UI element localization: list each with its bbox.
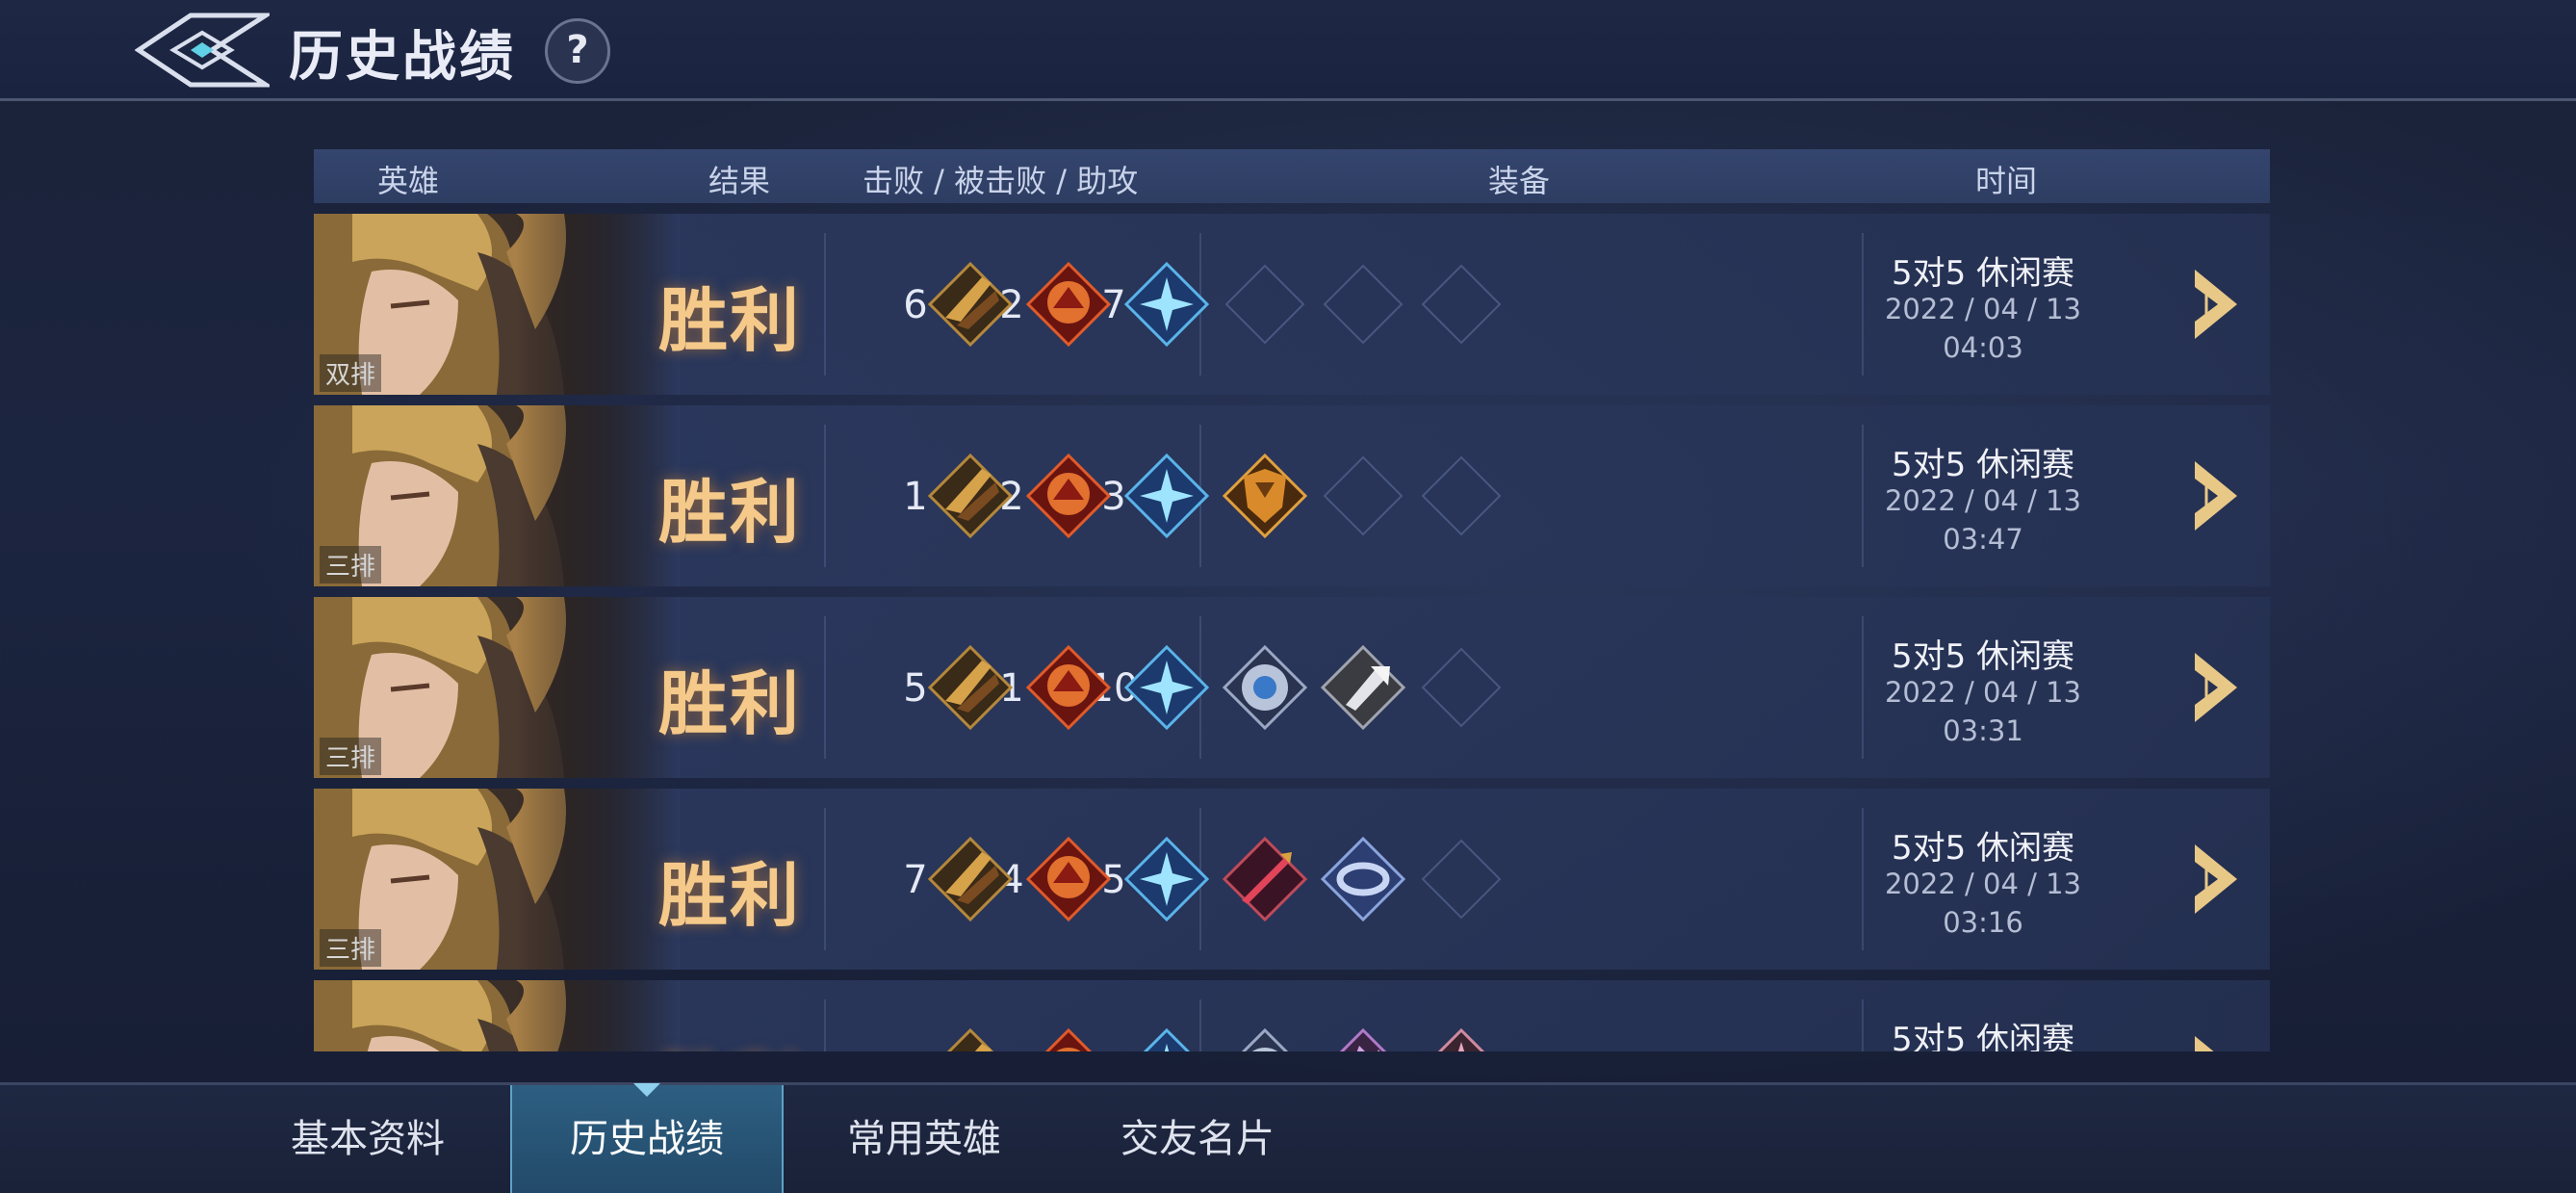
match-date: 2022 / 04 / 13 xyxy=(1884,293,2082,325)
column-divider xyxy=(824,808,826,950)
purple-claw-icon[interactable] xyxy=(1317,1024,1409,1051)
help-button[interactable]: ? xyxy=(545,18,610,84)
hero-portrait: 三排 xyxy=(314,405,680,586)
ice-star-icon[interactable] xyxy=(1121,258,1213,350)
empty-slot-icon xyxy=(1421,264,1502,345)
ice-star-icon[interactable] xyxy=(1121,641,1213,734)
fire-helm-icon[interactable] xyxy=(1022,258,1115,350)
wing-blade-icon[interactable] xyxy=(924,1024,1017,1051)
empty-slot-icon xyxy=(1224,264,1305,345)
silver-orb-icon[interactable] xyxy=(1219,1024,1311,1051)
queue-badge: 三排 xyxy=(320,929,382,967)
column-kda: 击败 / 被击败 / 助攻 xyxy=(863,163,1139,199)
match-row[interactable]: 双排胜利6/2/75对5 休闲赛2022 / 04 / 1304:03 xyxy=(314,214,2270,395)
column-time: 时间 xyxy=(1975,163,2038,199)
chevron-right-icon[interactable] xyxy=(2189,1030,2247,1051)
column-divider xyxy=(1862,616,1864,759)
bottom-tab-bar: 基本资料 历史战绩 常用英雄 交友名片 xyxy=(0,1082,2576,1193)
column-divider xyxy=(1862,808,1864,950)
queue-badge: 三排 xyxy=(320,546,382,584)
result-label: 胜利 xyxy=(658,855,802,936)
column-divider xyxy=(1862,999,1864,1051)
match-time: 03:31 xyxy=(1943,714,2023,747)
table-header: 英雄 结果 击败 / 被击败 / 助攻 装备 时间 xyxy=(314,149,2270,203)
axe-icon[interactable] xyxy=(1317,641,1409,734)
match-date: 2022 / 04 / 13 xyxy=(1884,676,2082,709)
chevron-right-icon[interactable] xyxy=(2189,647,2247,728)
back-arrow-icon[interactable] xyxy=(135,12,270,89)
game-mode: 5对5 休闲赛 xyxy=(1891,637,2075,676)
fire-helm-icon[interactable] xyxy=(1022,450,1115,542)
tab-match-history[interactable]: 历史战绩 xyxy=(510,1083,784,1193)
queue-badge: 三排 xyxy=(320,738,382,775)
match-time: 03:16 xyxy=(1943,906,2023,939)
gold-shield-icon[interactable] xyxy=(1219,450,1311,542)
match-date: 2022 / 04 / 13 xyxy=(1884,484,2082,517)
wing-blade-icon[interactable] xyxy=(924,258,1017,350)
result-label: 胜利 xyxy=(658,663,802,744)
chevron-right-icon[interactable] xyxy=(2189,839,2247,920)
match-time: 04:03 xyxy=(1943,331,2023,364)
result-label: 胜利 xyxy=(658,1030,801,1051)
empty-slot-icon xyxy=(1421,647,1502,728)
hero-portrait: 双排 xyxy=(314,214,680,395)
fire-helm-icon[interactable] xyxy=(1022,833,1115,925)
top-bar: 历史战绩 ? xyxy=(0,0,2576,101)
ice-star-icon[interactable] xyxy=(1121,833,1213,925)
column-divider xyxy=(1862,425,1864,567)
wing-blade-icon[interactable] xyxy=(924,641,1017,734)
queue-badge: 双排 xyxy=(320,354,382,392)
match-row[interactable]: 胜利//5对5 休闲赛 xyxy=(314,980,2270,1051)
red-spear-icon[interactable] xyxy=(1219,833,1311,925)
ice-star-icon[interactable] xyxy=(1121,1024,1213,1051)
wing-blade-icon[interactable] xyxy=(924,450,1017,542)
column-divider xyxy=(824,616,826,759)
empty-slot-icon xyxy=(1323,264,1404,345)
match-list[interactable]: 双排胜利6/2/75对5 休闲赛2022 / 04 / 1304:03 三排胜利… xyxy=(314,214,2270,1051)
page-title: 历史战绩 xyxy=(289,26,516,89)
match-time: 03:47 xyxy=(1943,523,2023,556)
hero-avatar xyxy=(314,980,680,1051)
column-divider xyxy=(1862,233,1864,376)
empty-slot-icon xyxy=(1323,455,1404,536)
ice-star-icon[interactable] xyxy=(1121,450,1213,542)
result-label: 胜利 xyxy=(658,472,802,553)
hero-portrait: 三排 xyxy=(314,597,680,778)
tab-social-card[interactable]: 交友名片 xyxy=(1082,1085,1313,1193)
tab-frequent-heroes[interactable]: 常用英雄 xyxy=(809,1085,1040,1193)
match-row[interactable]: 三排胜利7/4/55对5 休闲赛2022 / 04 / 1303:16 xyxy=(314,789,2270,970)
hero-portrait xyxy=(314,980,680,1051)
game-mode: 5对5 休闲赛 xyxy=(1891,1021,2075,1051)
fire-helm-icon[interactable] xyxy=(1022,1024,1115,1051)
blue-ring-icon[interactable] xyxy=(1317,833,1409,925)
match-row[interactable]: 三排胜利1/2/35对5 休闲赛2022 / 04 / 1303:47 xyxy=(314,405,2270,586)
pink-blade-icon[interactable] xyxy=(1415,1024,1507,1051)
column-divider xyxy=(824,233,826,376)
tab-basic-info[interactable]: 基本资料 xyxy=(252,1085,483,1193)
active-indicator-icon xyxy=(633,1083,660,1097)
tab-label: 历史战绩 xyxy=(570,1117,724,1161)
chevron-right-icon[interactable] xyxy=(2189,455,2247,536)
fire-helm-icon[interactable] xyxy=(1022,641,1115,734)
game-mode: 5对5 休闲赛 xyxy=(1891,446,2075,484)
column-result: 结果 xyxy=(708,163,771,199)
column-equipment: 装备 xyxy=(1488,163,1551,199)
empty-slot-icon xyxy=(1421,839,1502,920)
match-date: 2022 / 04 / 13 xyxy=(1884,868,2082,900)
column-divider xyxy=(824,999,826,1051)
result-label: 胜利 xyxy=(658,280,802,361)
game-mode: 5对5 休闲赛 xyxy=(1891,254,2075,293)
silver-orb-icon[interactable] xyxy=(1219,641,1311,734)
wing-blade-icon[interactable] xyxy=(924,833,1017,925)
game-mode: 5对5 休闲赛 xyxy=(1891,829,2075,868)
hero-portrait: 三排 xyxy=(314,789,680,970)
column-hero: 英雄 xyxy=(377,163,440,199)
match-row[interactable]: 三排胜利5/1/105对5 休闲赛2022 / 04 / 1303:31 xyxy=(314,597,2270,778)
column-divider xyxy=(824,425,826,567)
empty-slot-icon xyxy=(1421,455,1502,536)
chevron-right-icon[interactable] xyxy=(2189,264,2247,345)
